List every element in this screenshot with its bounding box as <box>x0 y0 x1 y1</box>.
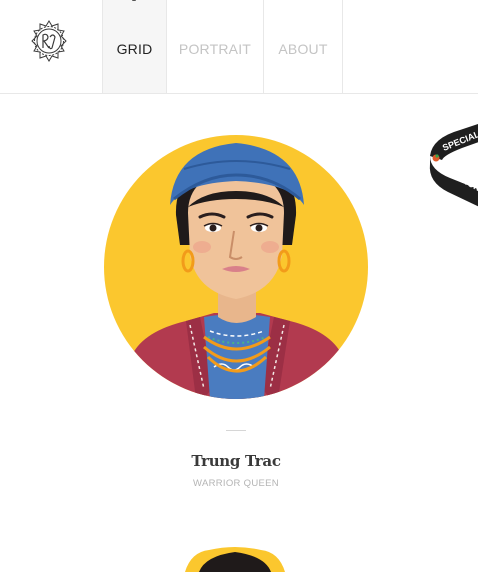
site-header: GRID PORTRAIT ABOUT <box>0 0 478 94</box>
nav-tab-label: ABOUT <box>278 40 328 57</box>
portrait-name[interactable]: Trung Trac <box>0 452 472 470</box>
portrait-subtitle: WARRIOR QUEEN <box>193 478 279 489</box>
next-portrait-preview[interactable] <box>185 542 285 572</box>
nav-tab-label: GRID <box>116 40 153 57</box>
active-indicator <box>132 0 136 1</box>
nav-tab-grid[interactable]: GRID <box>102 0 166 93</box>
special-mention-ribbon[interactable]: SPECIAL MENTION <box>420 108 478 218</box>
nav-tab-portrait[interactable]: PORTRAIT <box>166 0 263 93</box>
nav-tab-about[interactable]: ABOUT <box>263 0 343 93</box>
nav-tab-label: PORTRAIT <box>178 40 252 57</box>
monogram-logo-icon[interactable] <box>25 18 73 64</box>
portrait-illustration[interactable] <box>104 135 368 399</box>
card-divider <box>226 430 246 431</box>
